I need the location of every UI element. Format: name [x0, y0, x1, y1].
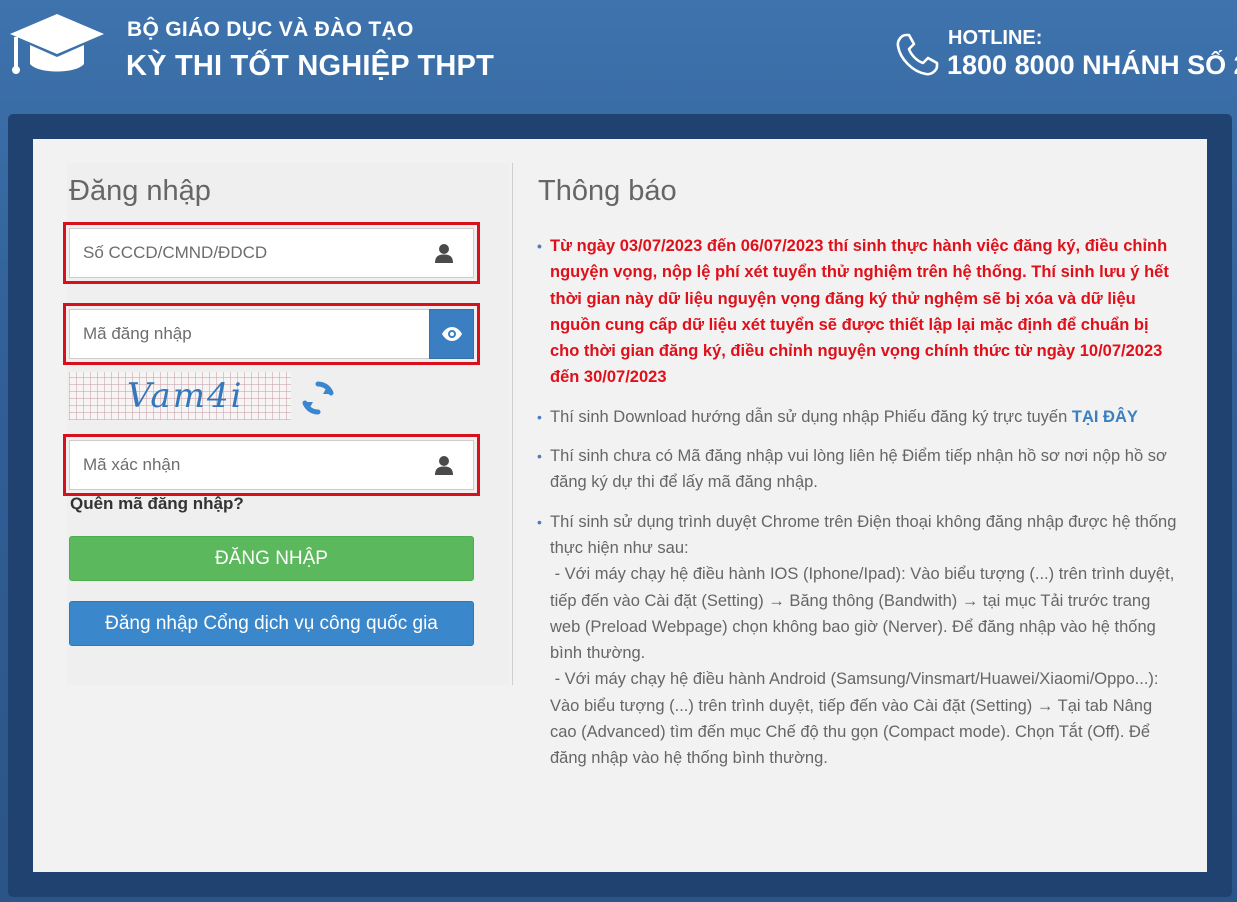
id-number-input[interactable]: Số CCCD/CMND/ĐDCD: [70, 243, 433, 263]
login-code-input[interactable]: Mã đăng nhập: [70, 324, 429, 344]
login-button[interactable]: ĐĂNG NHẬP: [69, 536, 474, 581]
forgot-code-link[interactable]: Quên mã đăng nhập?: [70, 494, 244, 514]
verify-code-field[interactable]: Mã xác nhận: [69, 440, 474, 490]
download-guide-link[interactable]: TẠI ĐÂY: [1072, 408, 1138, 426]
captcha-text: Vam4i: [127, 376, 244, 416]
captcha-image: Vam4i: [69, 372, 291, 420]
verify-code-input[interactable]: Mã xác nhận: [70, 455, 433, 475]
ministry-name: BỘ GIÁO DỤC VÀ ĐÀO TẠO: [127, 18, 414, 41]
notice-item-contact: • Thí sinh chưa có Mã đăng nhập vui lòng…: [537, 443, 1177, 496]
contact-text: Thí sinh chưa có Mã đăng nhập vui lòng l…: [550, 447, 1167, 492]
phone-icon: [896, 33, 939, 76]
login-title: Đăng nhập: [69, 175, 211, 207]
show-password-button[interactable]: [429, 309, 474, 359]
user-icon: [435, 456, 453, 475]
graduation-cap-icon: [10, 14, 104, 74]
bullet-icon: •: [537, 238, 542, 254]
hotline-number: 1800 8000 NHÁNH SỐ 2: [947, 50, 1237, 80]
chrome-ios-text: - Với máy chạy hệ điều hành IOS (Iphone/…: [550, 565, 1179, 663]
notices-title: Thông báo: [538, 175, 677, 207]
bullet-icon: •: [537, 448, 542, 465]
national-portal-login-button[interactable]: Đăng nhập Cổng dịch vụ công quốc gia: [69, 601, 474, 646]
notice-item-chrome: • Thí sinh sử dụng trình duyệt Chrome tr…: [537, 509, 1177, 772]
bullet-icon: •: [537, 408, 542, 425]
login-code-field[interactable]: Mã đăng nhập: [69, 309, 430, 359]
exam-name: KỲ THI TỐT NGHIỆP THPT: [126, 50, 494, 82]
download-text: Thí sinh Download hướng dẫn sử dụng nhập…: [550, 407, 1068, 426]
eye-icon: [441, 327, 462, 341]
refresh-captcha-icon[interactable]: [299, 379, 337, 417]
notices-list: • Từ ngày 03/07/2023 đến 06/07/2023 thí …: [537, 233, 1177, 785]
bullet-icon: •: [537, 513, 542, 530]
chrome-android-text: - Với máy chạy hệ điều hành Android (Sam…: [550, 670, 1164, 768]
site-header: BỘ GIÁO DỤC VÀ ĐÀO TẠO KỲ THI TỐT NGHIỆP…: [0, 0, 1237, 114]
hotline-label: HOTLINE:: [948, 27, 1043, 49]
column-divider: [512, 163, 513, 685]
id-number-field[interactable]: Số CCCD/CMND/ĐDCD: [69, 228, 474, 278]
user-icon: [435, 244, 453, 263]
notice-item-download: • Thí sinh Download hướng dẫn sử dụng nh…: [537, 404, 1177, 430]
alert-text: Từ ngày 03/07/2023 đến 06/07/2023 thí si…: [550, 237, 1169, 387]
chrome-intro-text: Thí sinh sử dụng trình duyệt Chrome trên…: [550, 512, 1177, 557]
notice-item-alert: • Từ ngày 03/07/2023 đến 06/07/2023 thí …: [537, 233, 1177, 391]
